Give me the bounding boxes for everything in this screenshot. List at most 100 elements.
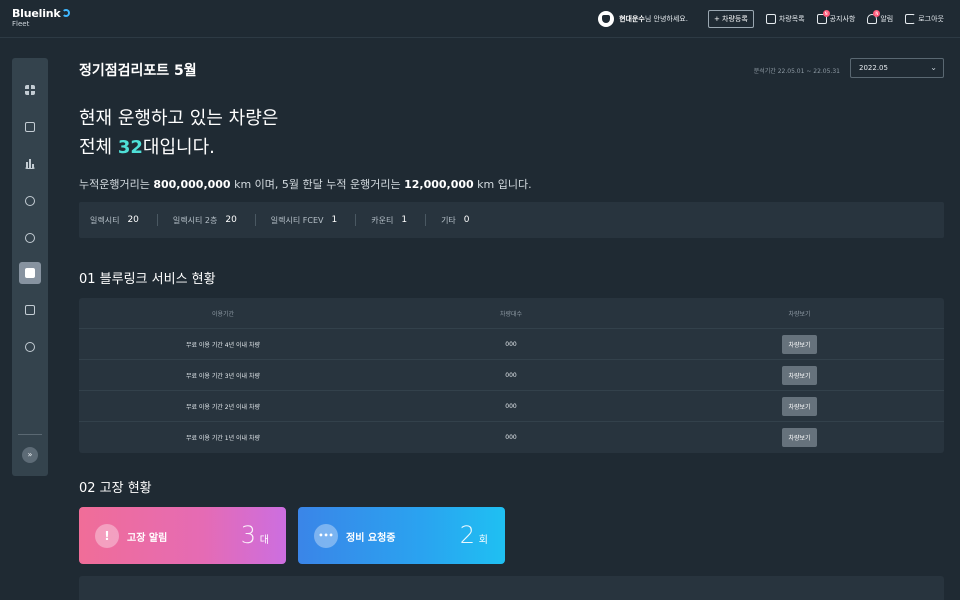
- table-header: 이용기간 차량대수 차량보기: [79, 298, 944, 329]
- row-count: 000: [505, 371, 517, 379]
- compass-icon: [25, 196, 35, 206]
- vehicle-type-item: 카운티 1: [371, 215, 407, 226]
- page-title: 정기점검리포트 5월: [79, 63, 197, 79]
- user-name: 현대운수: [619, 15, 645, 23]
- row-period: 무료 이용 기간 3년 이내 차량: [185, 372, 261, 380]
- fault-alert-unit: 대: [259, 535, 269, 546]
- repair-request-unit: 회: [478, 535, 488, 546]
- sidebar-item-vehicles[interactable]: [19, 116, 41, 138]
- alarm-badge: N: [873, 10, 881, 17]
- bus-icon: [25, 122, 35, 132]
- alert-icon: !: [95, 524, 119, 548]
- nav-logout[interactable]: 로그아웃: [905, 14, 944, 24]
- app-logo[interactable]: Bluelink Fleet: [12, 8, 70, 28]
- divider: [254, 214, 256, 226]
- vehicle-count: 32: [117, 137, 143, 158]
- bar-chart-icon: [25, 159, 35, 169]
- avatar: [598, 11, 615, 27]
- dashboard-icon: [25, 85, 35, 95]
- sidebar-divider: [18, 434, 42, 435]
- sidebar-item-download[interactable]: [19, 299, 41, 321]
- view-vehicles-button[interactable]: 차량보기: [782, 334, 817, 354]
- sidebar-item-statistics[interactable]: [19, 153, 41, 175]
- row-count: 000: [505, 340, 517, 348]
- nav-notice[interactable]: N 공지사항: [816, 10, 856, 24]
- repair-request-label: 정비 요청중: [346, 533, 396, 544]
- greeting-text: 님 안녕하세요.: [644, 15, 688, 23]
- column-header: 차량대수: [499, 310, 523, 318]
- column-header: 이용기간: [211, 310, 235, 318]
- row-period: 무료 이용 기간 1년 이내 차량: [185, 435, 261, 442]
- settings-icon: [25, 342, 35, 352]
- service-table: 이용기간 차량대수 차량보기 무료 이용 기간 4년 이내 차량 000 차량보…: [79, 298, 944, 453]
- sidebar-item-dashboard[interactable]: [19, 79, 41, 101]
- divider: [425, 214, 427, 226]
- headline-suffix: 대입니다.: [142, 137, 215, 158]
- summary-prefix: 누적운행거리는: [79, 178, 154, 191]
- divider: [355, 214, 357, 226]
- vehicle-type-label: 일렉시티 2층: [172, 215, 218, 225]
- service-section-title: 01 블루링크 서비스 현황: [79, 272, 216, 287]
- vehicle-type-item: 일렉시티 FCEV 1: [271, 215, 337, 226]
- row-count: 000: [505, 402, 517, 410]
- nav-logout-label: 로그아웃: [918, 15, 944, 23]
- column-header: 차량보기: [788, 310, 811, 318]
- headline-line1: 현재 운행하고 있는 차량은: [79, 108, 279, 129]
- vehicle-type-count: 1: [331, 215, 338, 225]
- user-greeting: 현대운수님 안녕하세요.: [598, 11, 688, 27]
- view-vehicles-button[interactable]: 차량보기: [782, 396, 817, 416]
- nav-alarm[interactable]: N 알림: [867, 10, 894, 24]
- row-period: 무료 이용 기간 4년 이내 차량: [185, 341, 261, 349]
- sidebar-item-driving[interactable]: [19, 190, 41, 212]
- vehicle-list-icon: [765, 14, 776, 24]
- row-count: 000: [505, 434, 517, 441]
- repair-request-count: 2: [459, 521, 475, 549]
- nav-vehicle-list[interactable]: 차량목록: [765, 14, 805, 24]
- fault-alert-count: 3: [240, 521, 256, 549]
- summary-mid: km 이며, 5월 한달 누적 운행거리는: [230, 178, 405, 191]
- vehicle-type-bar: 일렉시티 20 일렉시티 2층 20 일렉시티 FCEV 1 카운티 1 기타 0: [79, 202, 944, 238]
- nav-notice-label: 공지사항: [829, 15, 856, 23]
- distance-summary: 누적운행거리는 800,000,000 km 이며, 5월 한달 누적 운행거리…: [79, 176, 532, 192]
- expand-icon[interactable]: »: [22, 447, 38, 463]
- top-bar: Bluelink Fleet 현대운수님 안녕하세요. + 차량등록 차량목록 …: [0, 0, 960, 38]
- nav-vehicle-list-label: 차량목록: [778, 15, 805, 23]
- brand-sub: Fleet: [12, 20, 30, 28]
- vehicle-type-count: 0: [463, 215, 470, 225]
- divider: [156, 214, 158, 226]
- notice-badge: N: [822, 10, 830, 17]
- total-distance: 800,000,000: [153, 178, 231, 191]
- sidebar-item-report[interactable]: [19, 262, 41, 284]
- vehicle-type-count: 1: [401, 215, 408, 225]
- table-row: 무료 이용 기간 2년 이내 차량 000 차량보기: [79, 391, 944, 422]
- fault-alert-label: 고장 알림: [127, 533, 168, 544]
- fault-alert-card[interactable]: ! 고장 알림 3 대: [79, 507, 286, 564]
- sidebar-item-settings[interactable]: [19, 336, 41, 358]
- period-label: 분석기간 22.05.01 ~ 22.05.31: [753, 68, 840, 75]
- report-icon: [25, 268, 35, 278]
- view-vehicles-button[interactable]: 차량보기: [782, 365, 817, 385]
- period-select[interactable]: 2022.05 ⌄: [850, 58, 944, 78]
- table-row: 무료 이용 기간 4년 이내 차량 000 차량보기: [79, 329, 944, 360]
- row-period: 무료 이용 기간 2년 이내 차량: [185, 403, 261, 411]
- brand-name: Bluelink: [12, 7, 61, 20]
- chevron-down-icon: ⌄: [930, 63, 937, 72]
- vehicle-type-item: 일렉시티 2층 20: [173, 215, 237, 226]
- vehicle-type-item: 기타 0: [441, 215, 469, 226]
- vehicle-type-count: 20: [127, 215, 139, 225]
- view-vehicles-button[interactable]: 차량보기: [782, 428, 817, 447]
- sidebar: »: [12, 58, 48, 476]
- register-vehicle-button[interactable]: + 차량등록: [707, 10, 754, 28]
- nav-alarm-label: 알림: [880, 15, 894, 23]
- fault-section-title: 02 고장 현황: [79, 481, 152, 496]
- download-icon: [25, 305, 35, 315]
- sidebar-item-eco[interactable]: [19, 227, 41, 249]
- repair-request-card[interactable]: ••• 정비 요청중 2 회: [298, 507, 505, 564]
- top-nav: 현대운수님 안녕하세요. + 차량등록 차량목록 N 공지사항 N 알림 로그아…: [598, 10, 944, 28]
- vehicle-type-label: 일렉시티 FCEV: [270, 215, 324, 225]
- month-distance: 12,000,000: [404, 178, 474, 191]
- vehicle-type-label: 일렉시티: [90, 215, 120, 225]
- more-icon: •••: [314, 524, 338, 548]
- vehicle-type-label: 기타: [441, 215, 456, 225]
- table-row: 무료 이용 기간 3년 이내 차량 000 차량보기: [79, 360, 944, 391]
